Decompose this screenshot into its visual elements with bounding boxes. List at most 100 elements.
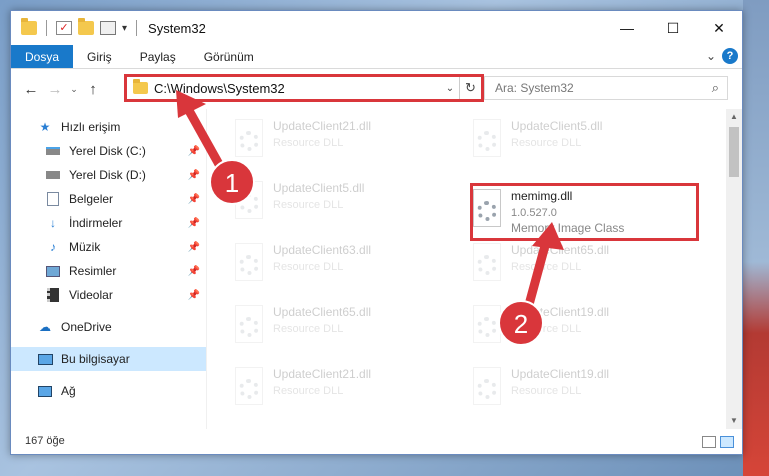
pin-icon: 📌 xyxy=(187,169,200,181)
up-button[interactable]: ↑ xyxy=(81,81,105,98)
dll-file-icon xyxy=(233,243,265,283)
address-bar[interactable]: C:\Windows\System32 ⌄ ↻ xyxy=(124,74,484,102)
file-type: Resource DLL xyxy=(511,261,582,273)
sidebar-item-videos[interactable]: Videolar 📌 xyxy=(11,283,206,307)
file-type: Resource DLL xyxy=(273,199,344,211)
list-item[interactable]: UpdateClient21.dll Resource DLL xyxy=(233,363,463,419)
folder-icon xyxy=(133,79,148,94)
desktop-background xyxy=(743,0,769,476)
back-button[interactable]: ← xyxy=(19,81,43,98)
tab-file[interactable]: Dosya xyxy=(11,45,74,68)
tab-home[interactable]: Giriş xyxy=(73,45,126,68)
dll-file-icon xyxy=(471,119,503,159)
sidebar-item-label: Belgeler xyxy=(69,192,114,206)
address-dropdown-icon[interactable]: ⌄ xyxy=(441,83,459,94)
forward-button[interactable]: → xyxy=(43,81,67,98)
properties-icon[interactable] xyxy=(100,21,116,35)
sidebar-item-label: Videolar xyxy=(69,288,113,302)
sidebar-item-onedrive[interactable]: ☁ OneDrive xyxy=(11,315,206,339)
tab-view[interactable]: Görünüm xyxy=(190,45,268,68)
new-folder-icon[interactable] xyxy=(78,18,94,35)
maximize-button[interactable]: ☐ xyxy=(650,11,696,45)
help-icon[interactable]: ? xyxy=(722,48,738,64)
computer-icon xyxy=(37,352,53,366)
view-toggle xyxy=(702,436,734,448)
vertical-scrollbar[interactable]: ▲ ▼ xyxy=(726,109,742,429)
dll-file-icon xyxy=(471,305,503,345)
sidebar-item-label: Yerel Disk (C:) xyxy=(69,144,146,158)
dll-file-icon xyxy=(233,367,265,407)
cloud-icon: ☁ xyxy=(39,320,51,334)
list-item[interactable]: UpdateClient65.dll Resource DLL xyxy=(233,301,463,357)
file-type: Resource DLL xyxy=(511,137,582,149)
pin-icon: 📌 xyxy=(187,265,200,277)
download-icon: ↓ xyxy=(50,216,56,230)
customize-toolbar-dropdown[interactable]: ▾ xyxy=(122,23,127,34)
sidebar-item-music[interactable]: ♪ Müzik 📌 xyxy=(11,235,206,259)
file-type: Resource DLL xyxy=(273,323,344,335)
sidebar-item-this-pc[interactable]: Bu bilgisayar xyxy=(11,347,206,371)
scroll-up-icon[interactable]: ▲ xyxy=(726,109,742,125)
sidebar-item-quick-access[interactable]: ★ Hızlı erişim xyxy=(11,115,206,139)
pin-icon: 📌 xyxy=(187,289,200,301)
list-item[interactable]: UpdateClient19.dll Resource DLL xyxy=(471,301,701,357)
music-icon: ♪ xyxy=(50,240,56,254)
list-item[interactable]: UpdateClient5.dll Resource DLL xyxy=(233,177,463,233)
ribbon-tabs: Dosya Giriş Paylaş Görünüm ⌄ ? xyxy=(11,45,742,69)
scrollbar-thumb[interactable] xyxy=(729,127,739,177)
sidebar-item-downloads[interactable]: ↓ İndirmeler 📌 xyxy=(11,211,206,235)
sidebar-item-pictures[interactable]: Resimler 📌 xyxy=(11,259,206,283)
network-icon xyxy=(37,384,53,398)
sidebar-item-label: Yerel Disk (D:) xyxy=(69,168,146,182)
window-controls: — ☐ ✕ xyxy=(604,11,742,45)
details-view-icon[interactable] xyxy=(702,436,716,448)
tab-share[interactable]: Paylaş xyxy=(126,45,190,68)
file-name: UpdateClient21.dll xyxy=(273,119,372,133)
sidebar-item-documents[interactable]: Belgeler 📌 xyxy=(11,187,206,211)
item-count: 167 öğe xyxy=(25,434,65,447)
file-type: Resource DLL xyxy=(273,137,344,149)
toolbar-divider xyxy=(136,20,138,36)
file-name: UpdateClient5.dll xyxy=(273,181,365,195)
tiles-view-icon[interactable] xyxy=(720,436,734,448)
status-bar: 167 öğe xyxy=(11,427,742,454)
address-path[interactable]: C:\Windows\System32 xyxy=(154,81,441,96)
sidebar-item-label: İndirmeler xyxy=(69,216,123,230)
minimize-button[interactable]: — xyxy=(604,11,650,45)
recent-locations-dropdown[interactable]: ⌄ xyxy=(67,84,81,95)
ribbon-right-controls: ⌄ ? xyxy=(706,48,738,64)
file-name: UpdateClient65.dll xyxy=(273,305,372,319)
dll-file-icon xyxy=(471,367,503,407)
documents-icon xyxy=(45,192,61,206)
title-bar: ✓ ▾ System32 — ☐ ✕ xyxy=(11,11,742,45)
refresh-button[interactable]: ↻ xyxy=(459,77,481,99)
folder-icon xyxy=(21,18,37,35)
file-type: Resource DLL xyxy=(273,261,344,273)
list-item[interactable]: UpdateClient65.dll Resource DLL xyxy=(471,239,701,295)
drive-icon xyxy=(45,168,61,182)
close-button[interactable]: ✕ xyxy=(696,11,742,45)
expand-ribbon-icon[interactable]: ⌄ xyxy=(706,49,716,63)
dll-file-icon xyxy=(233,181,265,221)
pin-icon: 📌 xyxy=(187,241,200,253)
navigation-pane: ★ Hızlı erişim Yerel Disk (C:) 📌 Yerel D… xyxy=(11,109,207,429)
search-input[interactable]: Ara: System32 ⌕ xyxy=(484,76,728,100)
sidebar-item-network[interactable]: Ağ xyxy=(11,379,206,403)
properties-check-icon[interactable]: ✓ xyxy=(56,21,72,35)
search-placeholder: Ara: System32 xyxy=(495,81,574,95)
file-type: Resource DLL xyxy=(511,385,582,397)
dll-file-icon xyxy=(471,243,503,283)
sidebar-item-local-disk-c[interactable]: Yerel Disk (C:) 📌 xyxy=(11,139,206,163)
sidebar-item-label: Müzik xyxy=(69,240,101,254)
selected-file-highlight xyxy=(470,183,699,241)
file-list: UpdateClient21.dll Resource DLL UpdateCli… xyxy=(207,109,742,429)
drive-icon xyxy=(45,144,61,158)
sidebar-item-label: Ağ xyxy=(61,384,76,398)
list-item[interactable]: UpdateClient63.dll Resource DLL xyxy=(233,239,463,295)
sidebar-item-label: Hızlı erişim xyxy=(61,120,121,134)
list-item[interactable]: UpdateClient19.dll Resource DLL xyxy=(471,363,701,419)
sidebar-item-local-disk-d[interactable]: Yerel Disk (D:) 📌 xyxy=(11,163,206,187)
file-name: UpdateClient63.dll xyxy=(273,243,372,257)
list-item[interactable]: UpdateClient5.dll Resource DLL xyxy=(471,115,701,171)
list-item[interactable]: UpdateClient21.dll Resource DLL xyxy=(233,115,463,171)
